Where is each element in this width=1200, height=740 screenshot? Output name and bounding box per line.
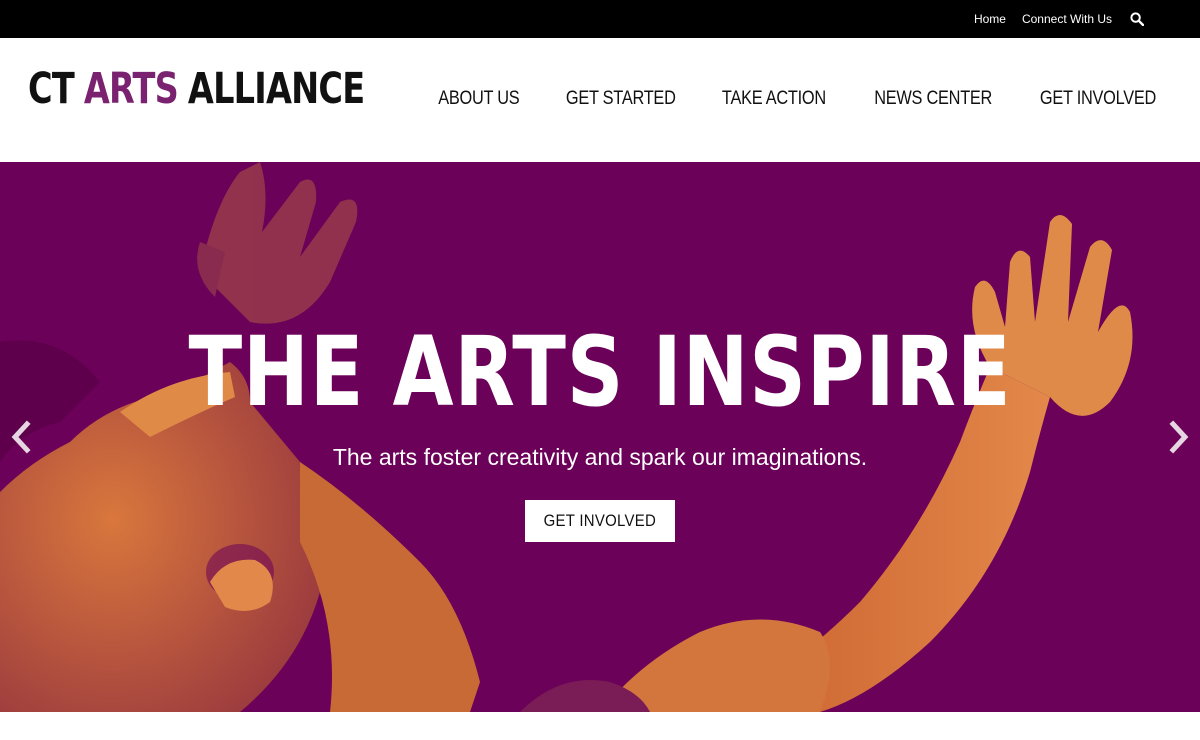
logo-arts: ARTS	[83, 64, 179, 114]
get-involved-button[interactable]: GET INVOLVED	[525, 500, 675, 542]
site-header: CT ARTS ALLIANCE ABOUT US GET STARTED TA…	[0, 38, 1200, 162]
nav-get-involved[interactable]: GET INVOLVED	[1040, 88, 1156, 110]
utility-bar: Home Connect With Us	[0, 0, 1200, 38]
hero-subtitle: The arts foster creativity and spark our…	[332, 444, 868, 470]
nav-take-action[interactable]: TAKE ACTION	[722, 88, 826, 110]
search-icon[interactable]	[1130, 12, 1144, 26]
nav-get-started[interactable]: GET STARTED	[566, 88, 676, 110]
logo-ct: CT	[28, 64, 75, 114]
page-below-fold	[0, 712, 1200, 740]
hero-background-image	[0, 162, 1133, 712]
logo-alliance: ALLIANCE	[187, 64, 365, 114]
connect-with-us-link[interactable]: Connect With Us	[1022, 12, 1112, 26]
home-link[interactable]: Home	[974, 12, 1006, 26]
chevron-right-icon[interactable]	[1166, 420, 1192, 454]
hero-carousel: THE ARTS INSPIRE The arts foster creativ…	[0, 162, 1200, 712]
hero-title: THE ARTS INSPIRE	[188, 316, 1012, 428]
chevron-left-icon[interactable]	[8, 420, 34, 454]
nav-about-us[interactable]: ABOUT US	[438, 88, 519, 110]
main-nav: ABOUT US GET STARTED TAKE ACTION NEWS CE…	[396, 88, 1156, 110]
get-involved-button-label: GET INVOLVED	[543, 511, 657, 530]
nav-news-center[interactable]: NEWS CENTER	[874, 88, 992, 110]
site-logo[interactable]: CT ARTS ALLIANCE	[28, 64, 365, 114]
